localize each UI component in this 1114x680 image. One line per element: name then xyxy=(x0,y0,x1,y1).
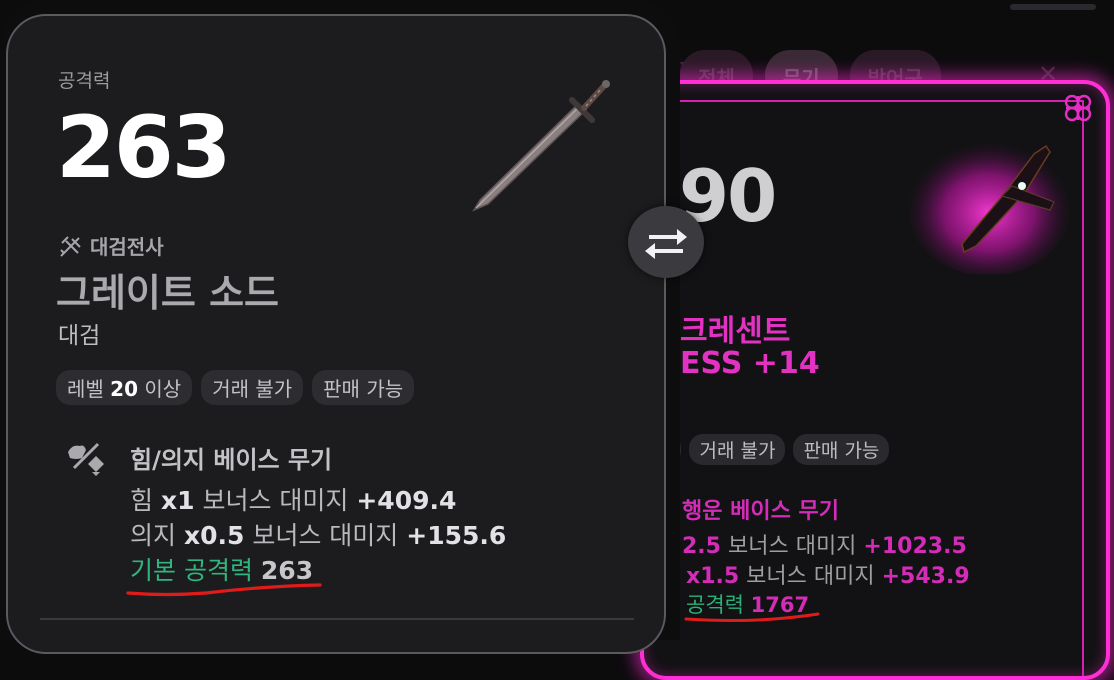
dark-blade-icon xyxy=(907,136,1071,274)
attack-label: 공격력 xyxy=(58,70,111,92)
swap-compare-button[interactable] xyxy=(628,206,704,278)
attack-value: 263 xyxy=(56,98,232,198)
swap-arrows-icon xyxy=(645,229,687,259)
strength-will-icon xyxy=(68,442,104,476)
compare-stat-line-1: 2.5 보너스 대미지 +1023.5 xyxy=(682,534,967,559)
trade-tag: 거래 불가 xyxy=(201,370,304,405)
top-scrollbar[interactable] xyxy=(1010,4,1096,10)
class-row: 대검전사 xyxy=(58,231,164,260)
great-sword-icon xyxy=(472,80,610,212)
greatsword-class-icon xyxy=(60,235,81,257)
item-type: 대검 xyxy=(58,323,101,349)
frame-line xyxy=(672,100,1084,102)
compare-section-title: 행운 베이스 무기 xyxy=(682,499,839,524)
compare-stat-line-2: x1.5 보너스 대미지 +543.9 xyxy=(686,564,970,589)
class-label: 대검전사 xyxy=(90,235,164,259)
level-tag: 레벨 20 이상 xyxy=(56,370,193,405)
section-title: 힘/의지 베이스 무기 xyxy=(130,446,333,474)
compare-item-name-line1: 크레센트 xyxy=(680,314,791,349)
compare-item-name-line2: ESS +14 xyxy=(680,346,820,381)
stat-line-will: 의지 x0.5 보너스 대미지 +155.6 xyxy=(130,521,507,550)
sell-tag: 판매 가능 xyxy=(312,370,415,405)
item-name: 그레이트 소드 xyxy=(56,271,279,315)
compare-trade-tag: 거래 불가 xyxy=(689,434,786,465)
red-underline-right xyxy=(684,612,820,622)
tag-row: 레벨 20 이상 거래 불가 판매 가능 xyxy=(56,370,415,405)
compare-tag-row: 상 거래 불가 판매 가능 xyxy=(644,434,890,465)
item-detail-panel: 공격력 263 대검전사 그레이트 소드 대검 레벨 20 이상 거래 불가 판… xyxy=(6,14,666,654)
frame-line-vertical xyxy=(1082,100,1084,676)
compare-sell-tag: 판매 가능 xyxy=(793,434,890,465)
stat-line-strength: 힘 x1 보너스 대미지 +409.4 xyxy=(130,486,457,515)
divider xyxy=(40,618,634,620)
red-underline-left xyxy=(126,583,322,597)
compare-item-panel: 90 크레센트 ESS +14 상 거래 불가 판매 가능 행운 베이스 무기 … xyxy=(640,80,1110,680)
celtic-knot-icon xyxy=(1064,94,1092,122)
